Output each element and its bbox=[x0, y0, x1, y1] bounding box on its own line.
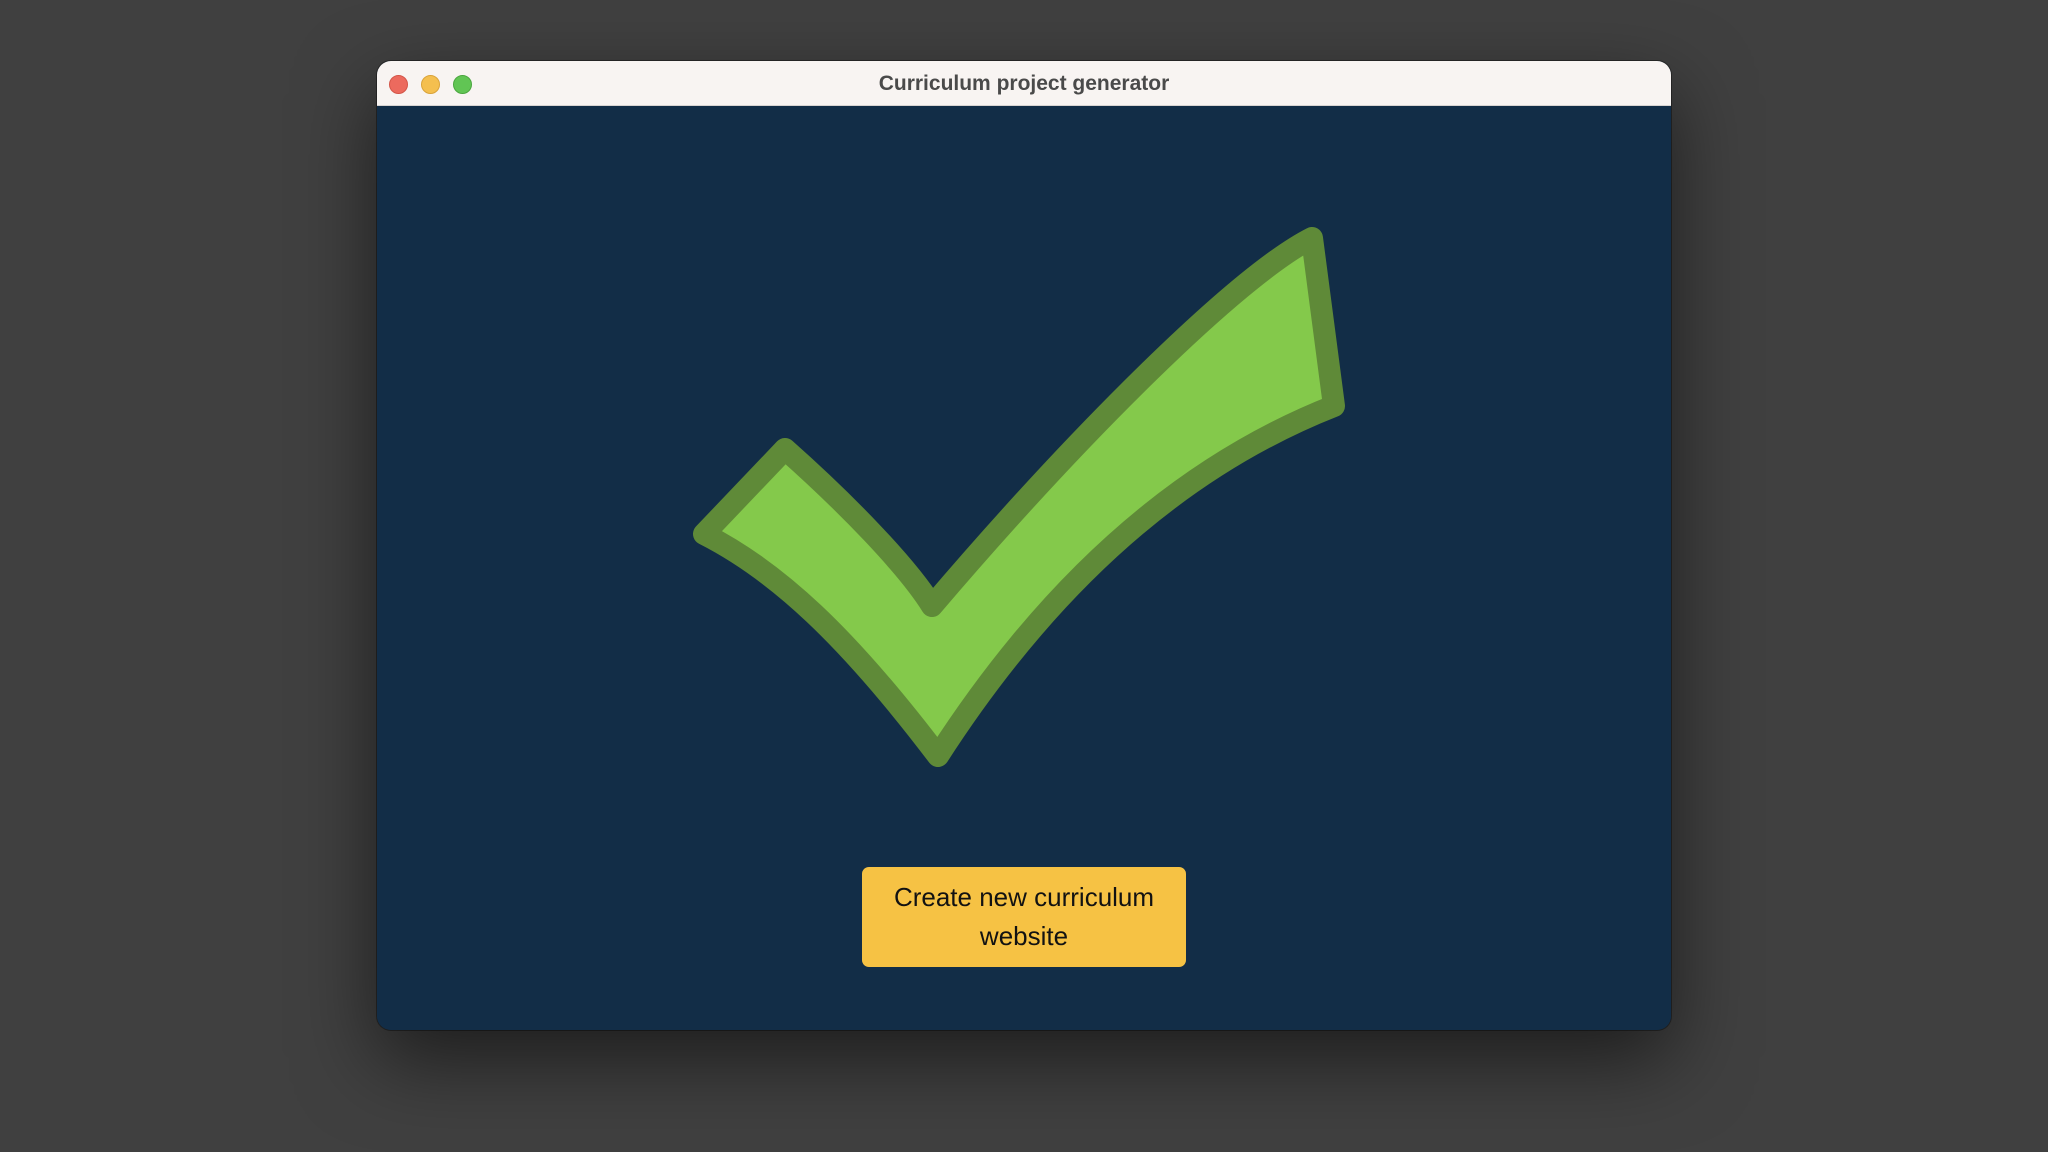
window-title: Curriculum project generator bbox=[878, 72, 1170, 95]
title-bar[interactable]: Curriculum project generator bbox=[377, 61, 1671, 106]
checkmark-shape bbox=[693, 227, 1345, 767]
create-new-curriculum-website-button[interactable]: Create new curriculum website bbox=[862, 867, 1186, 967]
main-content: Create new curriculum website bbox=[377, 106, 1671, 1030]
app-window: Curriculum project generator Create new … bbox=[377, 61, 1671, 1030]
